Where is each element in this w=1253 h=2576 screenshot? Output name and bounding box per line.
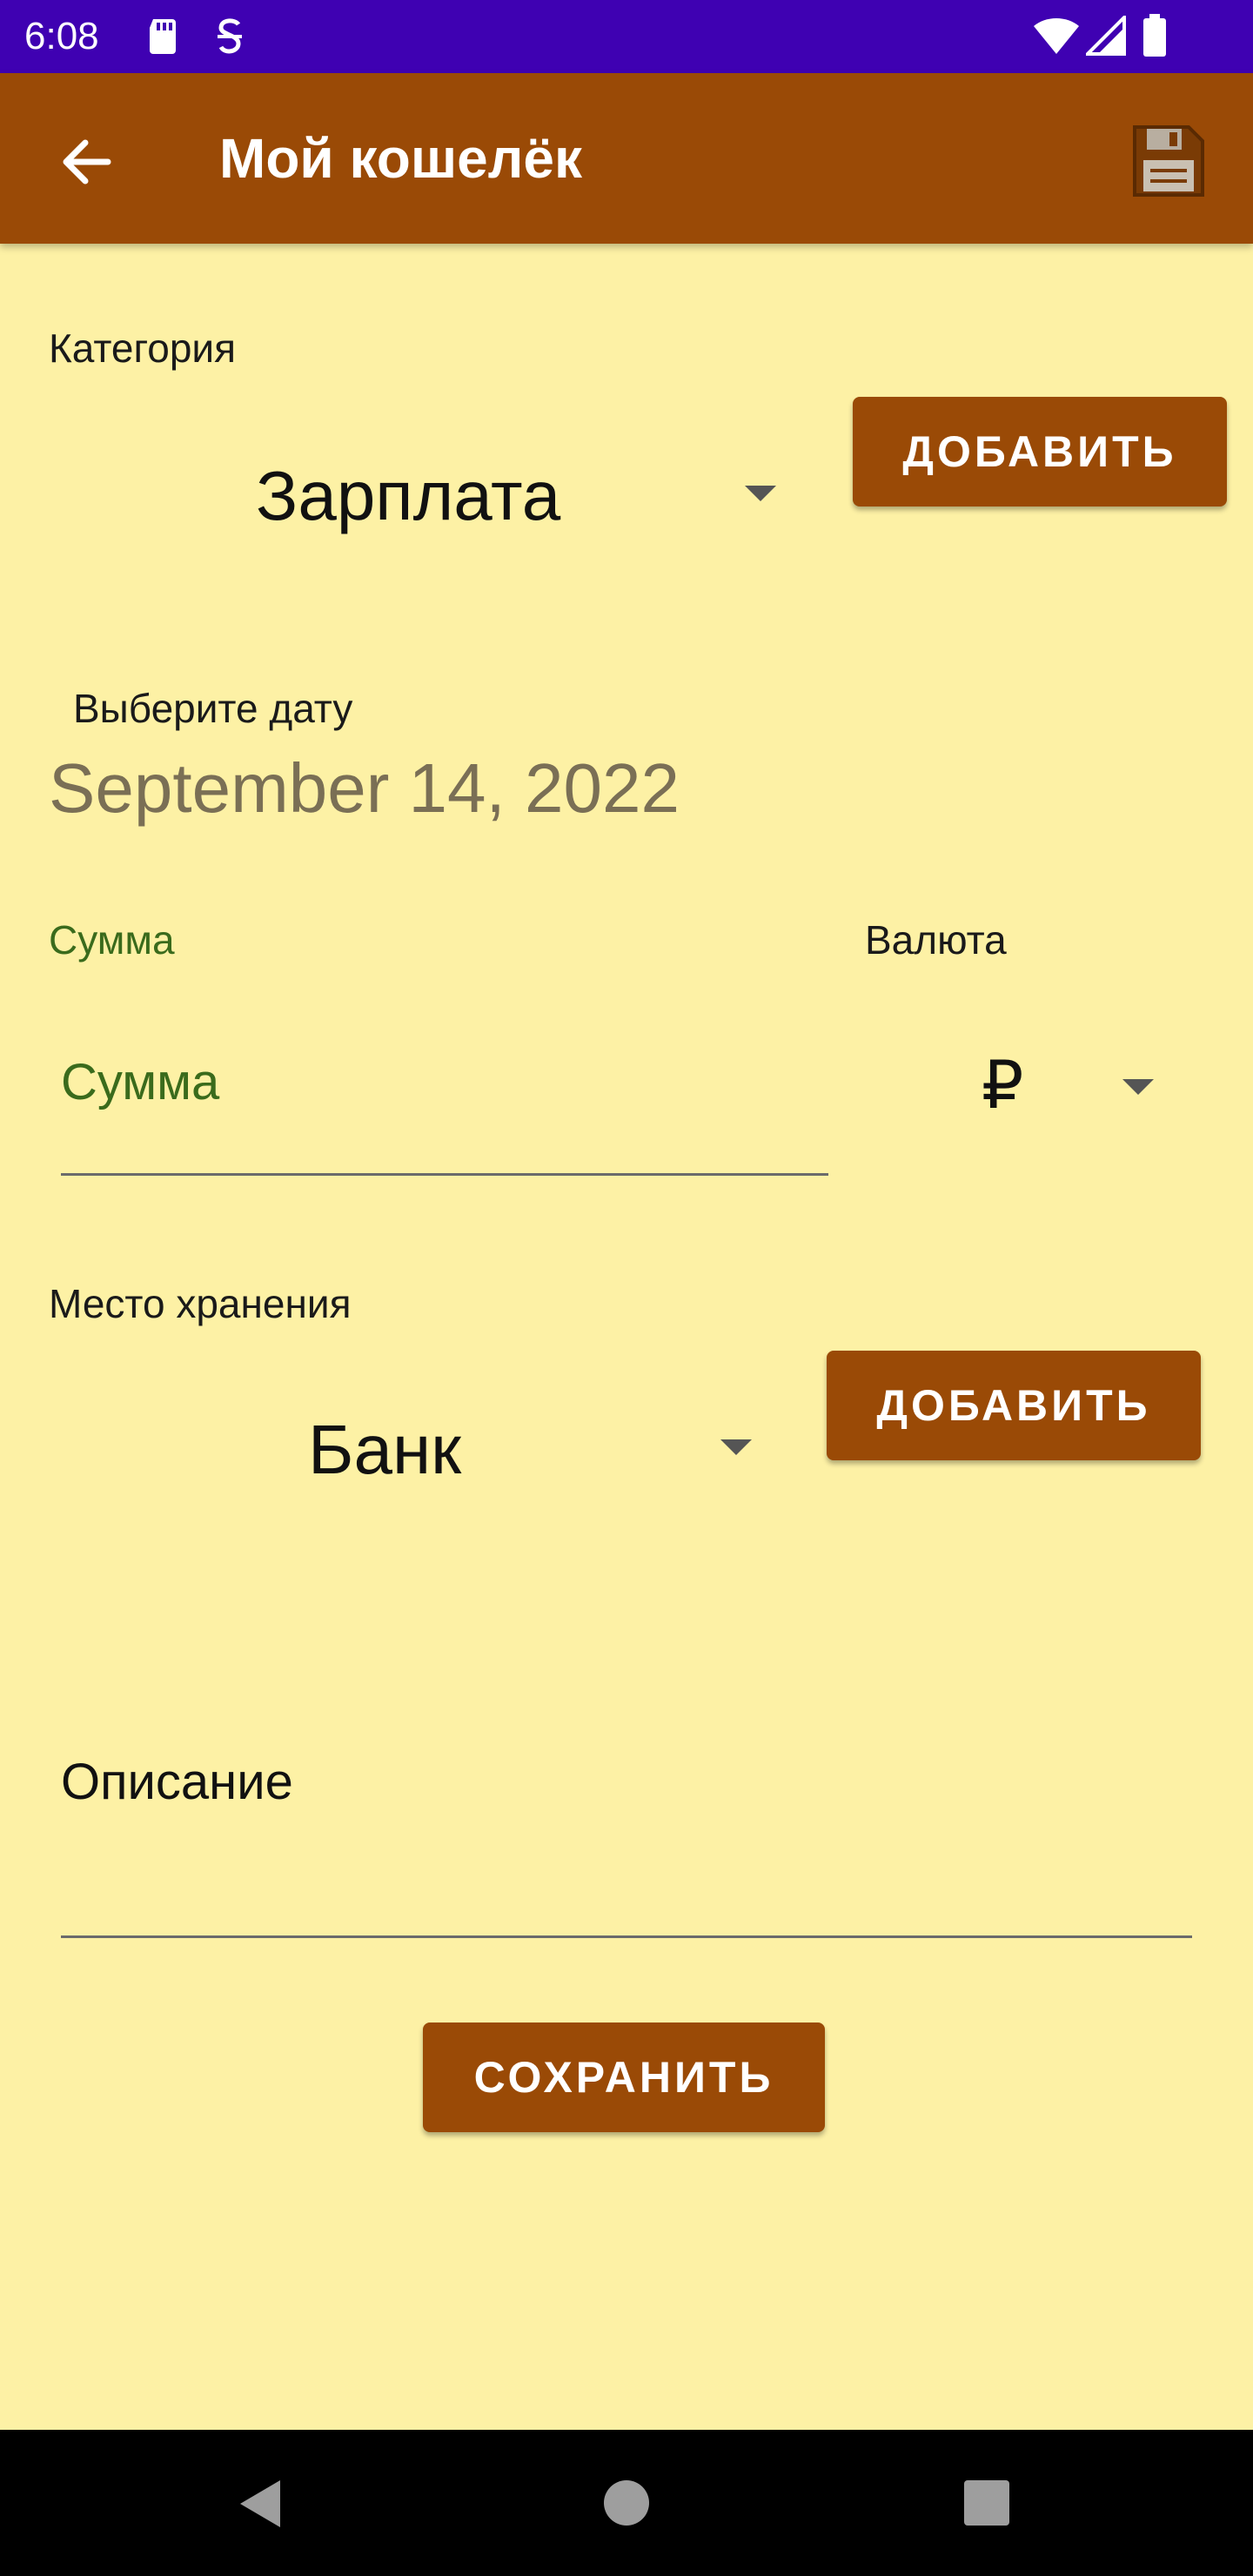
storage-selected: Банк — [308, 1411, 462, 1488]
sync-icon — [218, 18, 242, 54]
chevron-down-icon — [745, 486, 776, 501]
page-title: Мой кошелёк — [219, 127, 583, 190]
save-button[interactable]: СОХРАНИТЬ — [423, 2023, 825, 2132]
date-picker[interactable]: September 14, 2022 — [49, 745, 680, 832]
back-button[interactable] — [52, 127, 122, 197]
category-label: Категория — [49, 325, 237, 371]
chevron-down-icon — [1122, 1079, 1154, 1095]
arrow-back-icon — [63, 139, 111, 184]
nav-home-icon[interactable] — [602, 2479, 651, 2527]
floppy-save-icon — [1133, 125, 1204, 197]
nav-recents-icon[interactable] — [964, 2480, 1009, 2526]
battery-icon — [1143, 14, 1166, 57]
description-placeholder: Описание — [61, 1754, 293, 1810]
sd-card-icon — [150, 19, 176, 54]
storage-label: Место хранения — [49, 1281, 352, 1326]
amount-label: Сумма — [49, 917, 175, 963]
add-category-button[interactable]: ДОБАВИТЬ — [853, 397, 1227, 506]
add-storage-button[interactable]: ДОБАВИТЬ — [827, 1351, 1201, 1460]
currency-label: Валюта — [865, 917, 1007, 963]
nav-back-icon[interactable] — [235, 2477, 284, 2531]
currency-selected: ₽ — [982, 1049, 1024, 1123]
category-selected: Зарплата — [256, 457, 561, 534]
currency-spinner[interactable]: ₽ — [931, 1027, 1183, 1149]
category-spinner[interactable]: Зарплата — [49, 435, 797, 557]
status-bar: 6:08 — [0, 0, 1253, 73]
status-time: 6:08 — [24, 15, 99, 57]
amount-input[interactable]: Сумма — [61, 1010, 828, 1176]
system-nav-bar — [0, 2430, 1253, 2576]
date-label: Выберите дату — [73, 686, 353, 731]
description-input[interactable]: Описание — [61, 1741, 1192, 1938]
storage-spinner[interactable]: Банк — [49, 1389, 771, 1511]
signal-icon — [1086, 16, 1126, 56]
amount-placeholder: Сумма — [61, 1054, 220, 1110]
chevron-down-icon — [720, 1439, 752, 1455]
app-bar: Мой кошелёк — [0, 73, 1253, 244]
save-toolbar-button[interactable] — [1129, 122, 1208, 200]
wifi-icon — [1034, 18, 1079, 54]
